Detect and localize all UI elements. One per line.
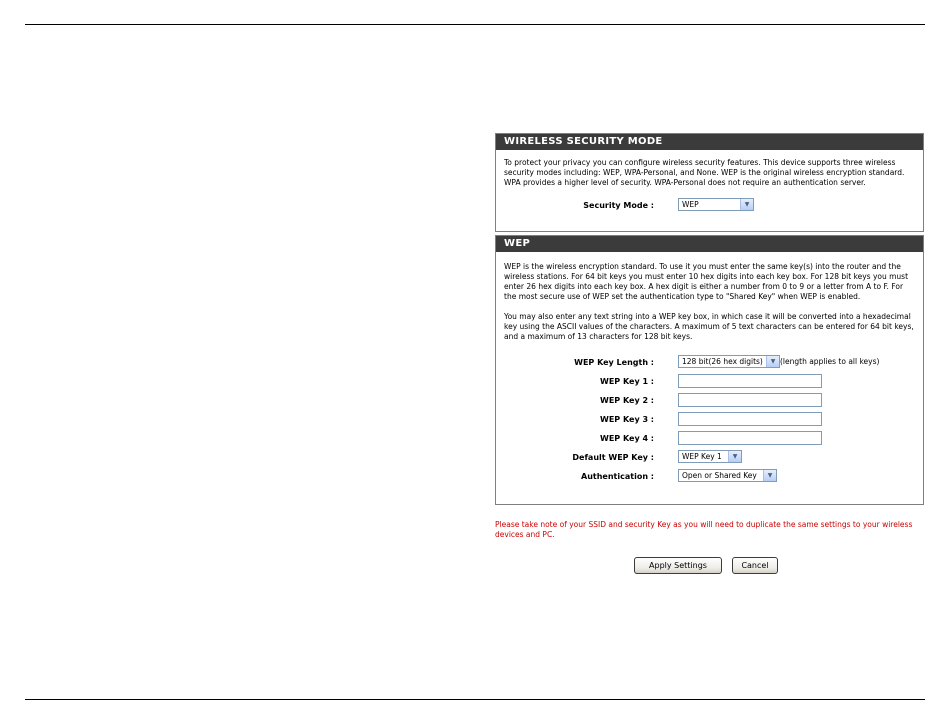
apply-settings-button[interactable]: Apply Settings (634, 557, 722, 574)
wep-key-3-label: WEP Key 3 : (600, 415, 654, 424)
wep-key-length-label: WEP Key Length : (574, 358, 654, 367)
authentication-value: Open or Shared Key (682, 470, 757, 480)
wep-header: WEP (496, 236, 923, 253)
wep-description-2: You may also enter any text string into … (504, 312, 914, 341)
authentication-label: Authentication : (581, 472, 654, 481)
authentication-select[interactable]: Open or Shared Key ▼ (678, 469, 777, 482)
security-mode-header: WIRELESS SECURITY MODE (496, 134, 923, 151)
security-mode-panel: WIRELESS SECURITY MODE To protect your p… (495, 133, 924, 232)
wep-description-1: WEP is the wireless encryption standard.… (504, 262, 909, 301)
cancel-button[interactable]: Cancel (732, 557, 778, 574)
wep-key-4-input[interactable] (678, 431, 822, 445)
wep-key-3-input[interactable] (678, 412, 822, 426)
chevron-down-icon[interactable]: ▼ (740, 199, 753, 210)
wep-key-length-select[interactable]: 128 bit(26 hex digits) ▼ (678, 355, 780, 368)
security-mode-description: To protect your privacy you can configur… (504, 158, 905, 187)
security-mode-label: Security Mode : (583, 201, 654, 210)
wep-key-length-note: (length applies to all keys) (780, 356, 880, 366)
chevron-down-icon[interactable]: ▼ (728, 451, 741, 462)
chevron-down-icon[interactable]: ▼ (766, 356, 779, 367)
wep-key-1-label: WEP Key 1 : (600, 377, 654, 386)
security-mode-select[interactable]: WEP ▼ (678, 198, 754, 211)
settings-note: Please take note of your SSID and securi… (495, 520, 913, 539)
chevron-down-icon[interactable]: ▼ (763, 470, 776, 481)
wep-key-length-value: 128 bit(26 hex digits) (682, 356, 763, 366)
wep-panel: WEP WEP is the wireless encryption stand… (495, 235, 924, 505)
wep-key-2-input[interactable] (678, 393, 822, 407)
default-wep-key-select[interactable]: WEP Key 1 ▼ (678, 450, 742, 463)
bottom-divider (25, 699, 925, 700)
wep-key-1-input[interactable] (678, 374, 822, 388)
default-wep-key-value: WEP Key 1 (682, 451, 722, 461)
wep-key-4-label: WEP Key 4 : (600, 434, 654, 443)
top-divider (25, 24, 925, 25)
wep-key-2-label: WEP Key 2 : (600, 396, 654, 405)
default-wep-key-label: Default WEP Key : (572, 453, 654, 462)
security-mode-value: WEP (682, 199, 699, 209)
